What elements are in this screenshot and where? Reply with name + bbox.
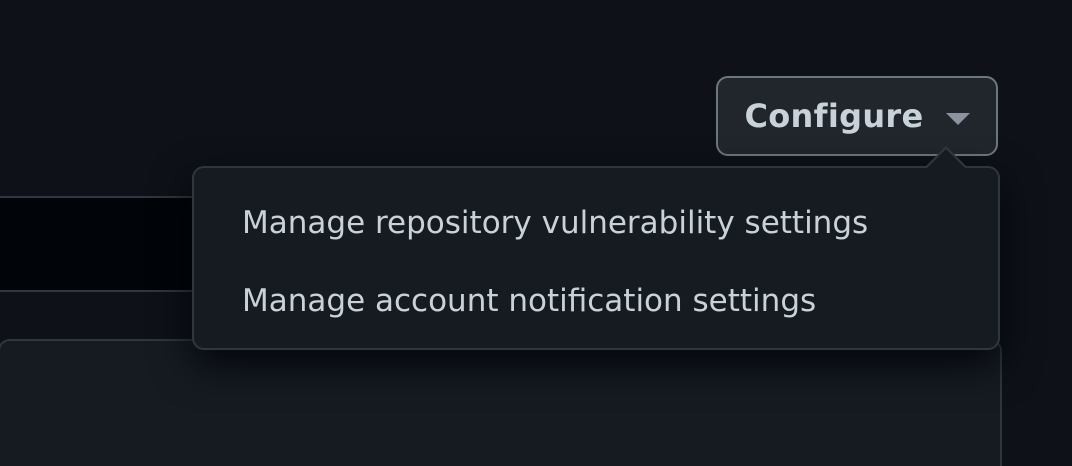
triangle-down-icon	[945, 113, 970, 125]
configure-dropdown-menu: Manage repository vulnerability settings…	[192, 166, 1000, 350]
menu-item-account-notification-settings[interactable]: Manage account notification settings	[202, 264, 990, 338]
content-card	[0, 339, 1002, 466]
menu-pointer-fill	[926, 149, 966, 169]
configure-button-label: Configure	[744, 97, 924, 135]
page: Configure Manage repository vulnerabilit…	[0, 0, 1072, 466]
configure-button[interactable]: Configure	[716, 76, 998, 156]
menu-item-label: Manage repository vulnerability settings	[242, 205, 869, 241]
menu-item-repository-vulnerability-settings[interactable]: Manage repository vulnerability settings	[202, 186, 990, 260]
menu-item-label: Manage account notification settings	[242, 283, 817, 319]
